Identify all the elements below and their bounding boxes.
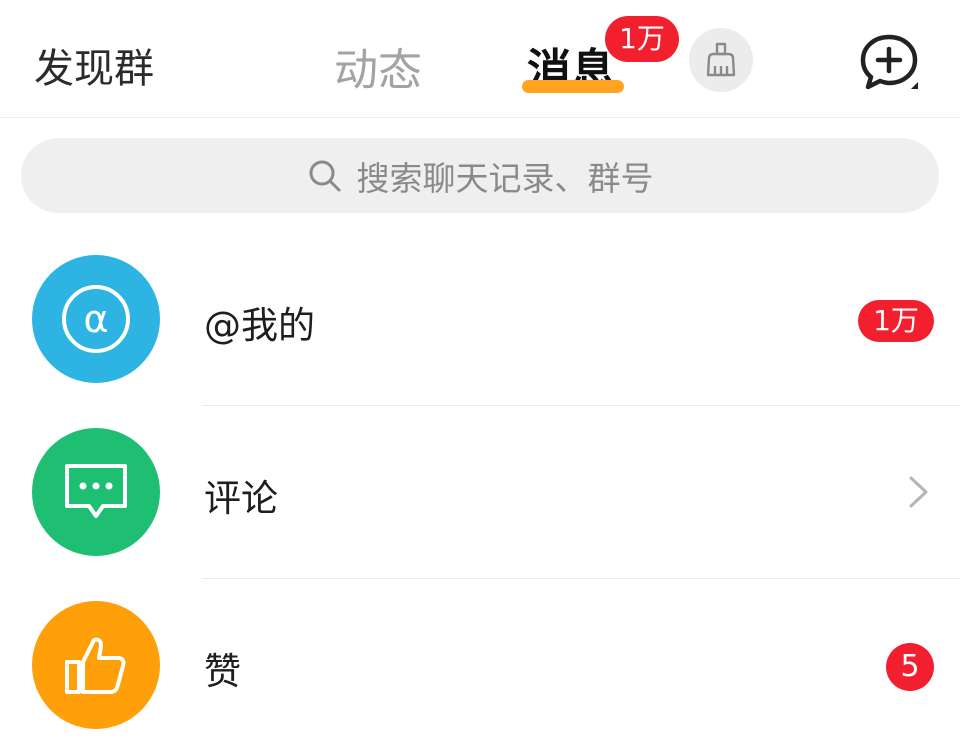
active-tab-indicator [522, 80, 624, 93]
chevron-right-icon [909, 476, 928, 508]
mentions-avatar: α [32, 255, 160, 383]
tab-dynamic[interactable]: 动态 [334, 34, 422, 98]
thumbs-up-icon [65, 637, 126, 694]
search-placeholder: 搜索聊天记录、群号 [356, 158, 654, 198]
at-icon: α [62, 285, 130, 353]
clean-unread-button[interactable] [689, 28, 753, 92]
list-item-comments[interactable]: 评论 [0, 406, 960, 578]
new-chat-button[interactable] [856, 32, 922, 92]
list-item-mentions[interactable]: α @我的 1万 [0, 233, 960, 405]
comment-icon [65, 464, 127, 518]
search-icon [309, 160, 340, 191]
list-item-label: 赞 [204, 650, 241, 693]
svg-text:α: α [83, 297, 108, 341]
unread-count-badge: 1万 [858, 300, 934, 342]
list-item-likes[interactable]: 赞 5 [0, 579, 960, 744]
likes-avatar [32, 601, 160, 729]
messages-unread-badge: 1万 [605, 16, 679, 62]
discover-group-button[interactable]: 发现群 [34, 36, 154, 94]
broom-icon [706, 42, 736, 77]
comments-avatar [32, 428, 160, 556]
list-item-label: @我的 [204, 304, 315, 347]
chat-plus-icon [860, 34, 918, 90]
list-item-label: 评论 [204, 477, 278, 520]
search-bar[interactable]: 搜索聊天记录、群号 [21, 138, 939, 213]
unread-count-badge: 5 [886, 643, 934, 691]
top-bar: 发现群 动态 消息 1万 [0, 0, 960, 118]
